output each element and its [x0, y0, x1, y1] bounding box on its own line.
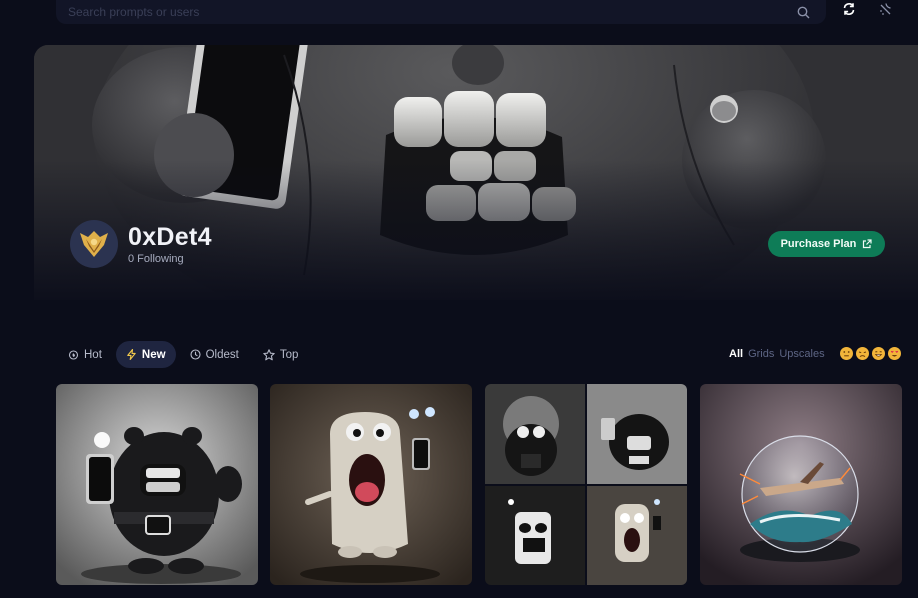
- purchase-plan-button[interactable]: Purchase Plan: [768, 231, 885, 257]
- grid-cell-2: [587, 384, 687, 484]
- gallery-thumbnail: [270, 384, 472, 585]
- rank-badge-icon: [80, 231, 108, 257]
- external-link-icon: [863, 239, 873, 249]
- tab-top[interactable]: Top: [253, 341, 309, 368]
- tab-hot[interactable]: Hot: [58, 341, 112, 368]
- clock-icon: [190, 349, 201, 360]
- grid-cell-1: [485, 384, 585, 484]
- sort-tabs: Hot New Oldest Top: [58, 341, 308, 368]
- grid-cell-4: [587, 485, 687, 585]
- weary-face-icon[interactable]: [856, 347, 869, 360]
- search-input[interactable]: [68, 0, 794, 24]
- purchase-plan-label: Purchase Plan: [780, 238, 857, 250]
- gallery-image-4[interactable]: [700, 384, 902, 585]
- reaction-filters: [840, 347, 901, 360]
- grinning-face-icon[interactable]: [872, 347, 885, 360]
- avatar[interactable]: [70, 220, 118, 268]
- flame-icon: [68, 350, 79, 360]
- gallery-image-2[interactable]: [270, 384, 472, 585]
- tab-new[interactable]: New: [115, 341, 176, 368]
- type-filters: All Grids Upscales: [729, 348, 825, 360]
- neutral-face-icon[interactable]: [840, 347, 853, 360]
- tab-hot-label: Hot: [84, 348, 102, 361]
- profile-banner: 0xDet4 0 Following Purchase Plan: [34, 45, 918, 300]
- refresh-icon[interactable]: [838, 0, 860, 18]
- search-bar: [56, 0, 826, 24]
- profile-page: 0xDet4 0 Following Purchase Plan Hot New…: [0, 0, 918, 598]
- search-icon[interactable]: [794, 3, 812, 21]
- tab-top-label: Top: [279, 348, 299, 361]
- bolt-icon: [127, 349, 136, 360]
- star-icon: [263, 348, 275, 360]
- gallery-image-1[interactable]: [56, 384, 258, 585]
- gallery-image-grid[interactable]: [485, 384, 687, 585]
- tab-oldest[interactable]: Oldest: [180, 341, 249, 368]
- username: 0xDet4: [128, 223, 212, 251]
- tab-oldest-label: Oldest: [205, 348, 239, 361]
- theme-toggle-icon[interactable]: [874, 0, 896, 18]
- profile-header: 0xDet4 0 Following: [70, 220, 212, 268]
- filter-all[interactable]: All: [729, 348, 743, 360]
- gallery-thumbnail: [56, 384, 258, 585]
- following-count[interactable]: 0 Following: [128, 253, 212, 265]
- gallery-thumbnail: [700, 384, 902, 585]
- tab-new-label: New: [141, 348, 166, 361]
- grid-cell-3: [485, 485, 585, 585]
- filter-grids[interactable]: Grids: [748, 348, 774, 360]
- filter-upscales[interactable]: Upscales: [779, 348, 824, 360]
- heart-eyes-face-icon[interactable]: [888, 347, 901, 360]
